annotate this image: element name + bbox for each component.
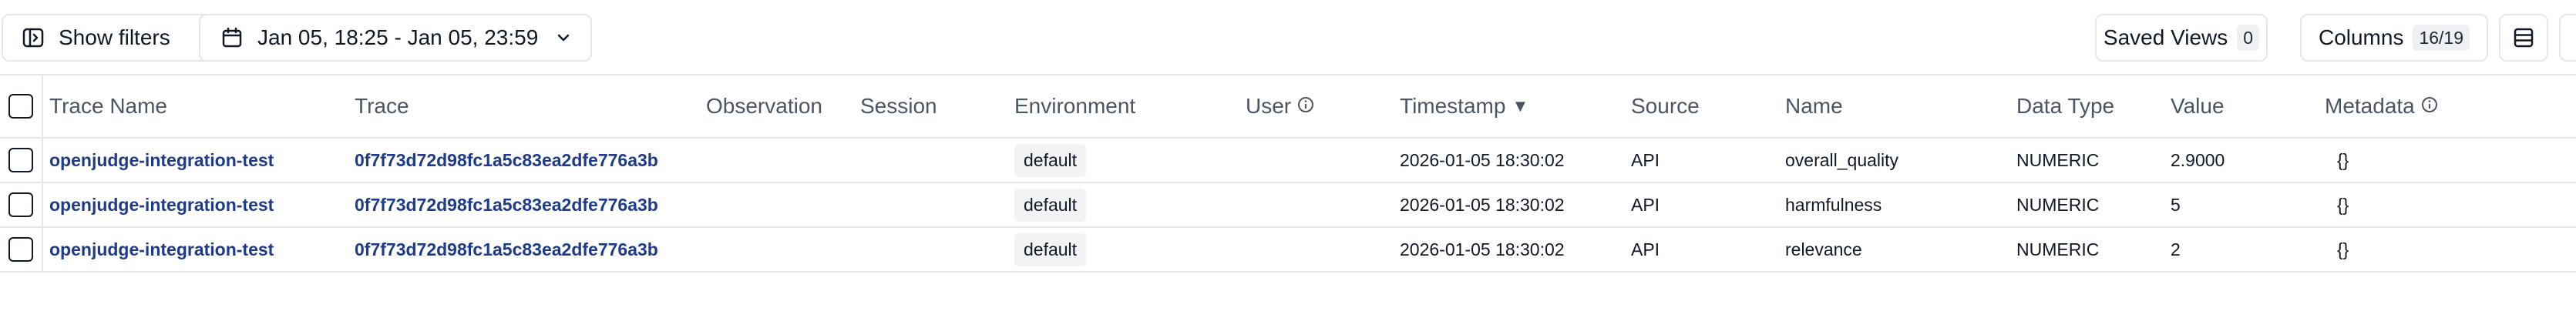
source-cell: API (1631, 149, 1660, 170)
score-name-cell: harmfulness (1785, 194, 1882, 215)
timestamp-cell: 2026-01-05 18:30:02 (1400, 239, 1565, 259)
select-all-checkbox[interactable] (8, 94, 33, 119)
metadata-cell[interactable]: {} (2337, 183, 2349, 226)
source-cell: API (1631, 194, 1660, 215)
row-checkbox[interactable] (8, 192, 33, 217)
column-header-data-type[interactable]: Data Type (2016, 75, 2114, 137)
column-divider (42, 75, 43, 273)
column-header-value[interactable]: Value (2171, 75, 2225, 137)
rows-icon (2512, 26, 2535, 49)
data-type-cell: NUMERIC (2016, 194, 2100, 215)
value-cell: 5 (2171, 194, 2181, 215)
table-header-row: Trace Name Trace Observation Session Env… (0, 75, 2576, 139)
value-cell: 2 (2171, 239, 2181, 259)
date-range-picker[interactable]: Jan 05, 18:25 - Jan 05, 23:59 (199, 14, 592, 62)
trace-name-link[interactable]: openjudge-integration-test (49, 150, 274, 171)
toolbar: Show filters Jan 05, 18:25 - Jan 05, 23:… (0, 0, 2576, 75)
table-row[interactable]: openjudge-integration-test 0f7f73d72d98f… (0, 228, 2576, 273)
score-name-cell: overall_quality (1785, 149, 1899, 170)
column-header-metadata[interactable]: Metadata (2325, 75, 2438, 137)
info-icon (1297, 94, 1314, 119)
column-header-timestamp[interactable]: Timestamp ▼ (1400, 75, 1528, 137)
table-row[interactable]: openjudge-integration-test 0f7f73d72d98f… (0, 183, 2576, 228)
more-options-button[interactable] (2559, 14, 2576, 62)
source-cell: API (1631, 239, 1660, 259)
column-header-environment[interactable]: Environment (1014, 75, 1135, 137)
saved-views-count-badge: 0 (2237, 25, 2260, 51)
timestamp-cell: 2026-01-05 18:30:02 (1400, 194, 1565, 215)
column-header-user-label: User (1246, 94, 1292, 118)
row-density-button[interactable] (2499, 14, 2548, 62)
columns-count-badge: 16/19 (2413, 25, 2470, 51)
column-header-timestamp-label: Timestamp (1400, 94, 1506, 118)
column-header-name[interactable]: Name (1785, 75, 1843, 137)
environment-badge: default (1014, 143, 1087, 177)
saved-views-label: Saved Views (2103, 25, 2228, 49)
trace-id-link[interactable]: 0f7f73d72d98fc1a5c83ea2dfe776a3b (355, 239, 658, 260)
metadata-cell[interactable]: {} (2337, 228, 2349, 271)
environment-badge: default (1014, 232, 1087, 266)
column-header-trace[interactable]: Trace (355, 75, 409, 137)
column-header-trace-name[interactable]: Trace Name (49, 75, 167, 137)
date-range-label: Jan 05, 18:25 - Jan 05, 23:59 (257, 25, 539, 49)
show-filters-button[interactable]: Show filters (2, 14, 231, 62)
table-row[interactable]: openjudge-integration-test 0f7f73d72d98f… (0, 139, 2576, 183)
value-cell: 2.9000 (2171, 149, 2225, 170)
data-type-cell: NUMERIC (2016, 239, 2100, 259)
column-header-session[interactable]: Session (860, 75, 937, 137)
show-filters-label: Show filters (59, 25, 170, 49)
sort-descending-icon: ▼ (1512, 96, 1529, 115)
info-icon (2421, 94, 2438, 119)
calendar-icon (220, 26, 244, 49)
row-checkbox[interactable] (8, 148, 33, 172)
trace-id-link[interactable]: 0f7f73d72d98fc1a5c83ea2dfe776a3b (355, 150, 658, 171)
data-type-cell: NUMERIC (2016, 149, 2100, 170)
column-header-user[interactable]: User (1246, 75, 1314, 137)
trace-name-link[interactable]: openjudge-integration-test (49, 195, 274, 216)
saved-views-button[interactable]: Saved Views 0 (2095, 14, 2268, 62)
environment-badge: default (1014, 188, 1087, 222)
chevron-down-icon (555, 29, 572, 46)
columns-label: Columns (2318, 25, 2404, 49)
columns-button[interactable]: Columns 16/19 (2300, 14, 2488, 62)
sidebar-toggle-icon (22, 26, 45, 49)
column-header-source[interactable]: Source (1631, 75, 1700, 137)
trace-name-link[interactable]: openjudge-integration-test (49, 239, 274, 260)
timestamp-cell: 2026-01-05 18:30:02 (1400, 149, 1565, 170)
row-checkbox[interactable] (8, 237, 33, 262)
column-header-metadata-label: Metadata (2325, 94, 2415, 118)
score-name-cell: relevance (1785, 239, 1862, 259)
metadata-cell[interactable]: {} (2337, 139, 2349, 182)
column-header-observation[interactable]: Observation (706, 75, 822, 137)
trace-id-link[interactable]: 0f7f73d72d98fc1a5c83ea2dfe776a3b (355, 195, 658, 216)
